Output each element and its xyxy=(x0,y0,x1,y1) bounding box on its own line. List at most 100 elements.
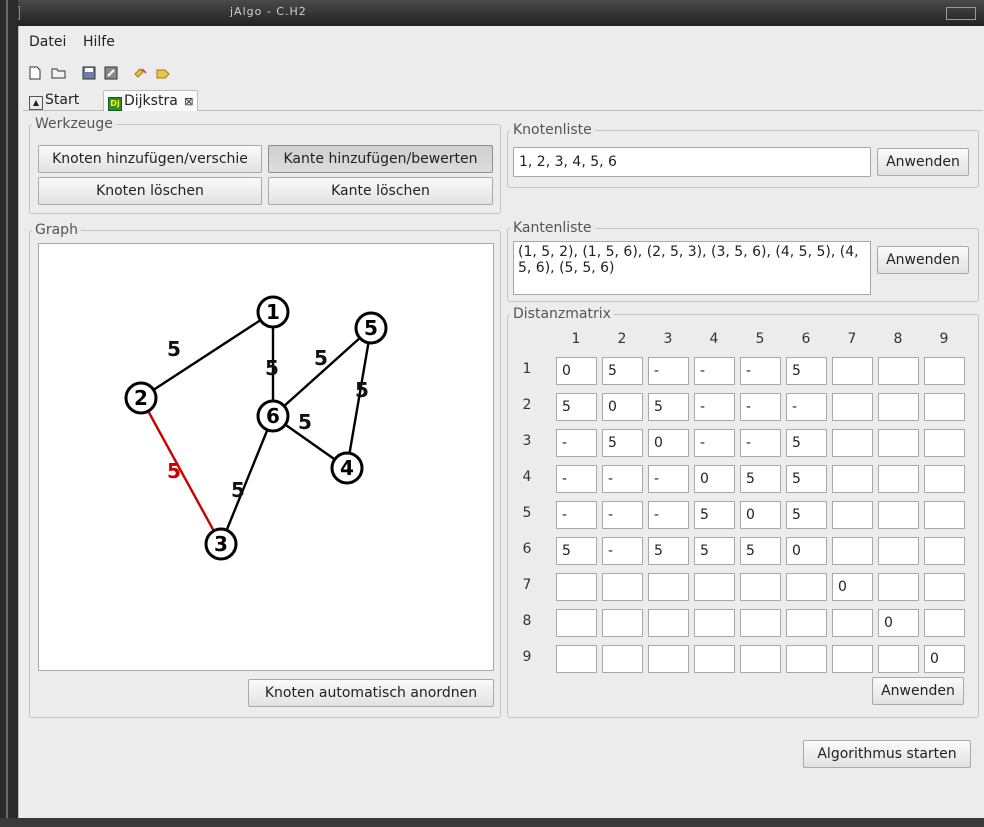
matrix-cell[interactable]: - xyxy=(694,393,735,421)
matrix-cell[interactable]: - xyxy=(740,429,781,457)
plugin-remove-icon[interactable] xyxy=(155,66,171,80)
matrix-cell[interactable] xyxy=(786,609,827,637)
matrix-cell[interactable]: - xyxy=(694,357,735,385)
matrix-cell[interactable]: 5 xyxy=(694,501,735,529)
edge-5-6[interactable] xyxy=(272,327,372,417)
matrix-cell[interactable] xyxy=(924,501,965,529)
matrix-cell[interactable] xyxy=(694,573,735,601)
matrix-cell[interactable] xyxy=(786,645,827,673)
matrix-cell[interactable] xyxy=(924,609,965,637)
graph-drawing[interactable]: 5555555123456 xyxy=(39,244,493,670)
matrix-cell[interactable]: 5 xyxy=(740,465,781,493)
edge-weight-4-6[interactable]: 5 xyxy=(298,410,312,434)
matrix-cell[interactable] xyxy=(924,537,965,565)
matrix-cell[interactable] xyxy=(832,609,873,637)
matrix-cell[interactable] xyxy=(878,501,919,529)
edge-weight-3-6[interactable]: 5 xyxy=(231,478,245,502)
matrix-cell[interactable] xyxy=(832,501,873,529)
edge-weight-1-2[interactable]: 5 xyxy=(167,337,181,361)
matrix-cell[interactable]: - xyxy=(602,537,643,565)
matrix-cell[interactable]: - xyxy=(694,429,735,457)
matrix-cell[interactable]: 0 xyxy=(602,393,643,421)
matrix-cell[interactable]: 5 xyxy=(786,357,827,385)
matrix-cell[interactable] xyxy=(740,573,781,601)
matrix-cell[interactable] xyxy=(878,393,919,421)
matrix-cell[interactable]: 0 xyxy=(648,429,689,457)
matrix-cell[interactable]: 5 xyxy=(556,393,597,421)
matrix-cell[interactable]: - xyxy=(648,357,689,385)
matrix-cell[interactable] xyxy=(740,645,781,673)
matrix-cell[interactable] xyxy=(924,357,965,385)
matrix-cell[interactable]: 5 xyxy=(648,393,689,421)
matrix-cell[interactable]: - xyxy=(740,357,781,385)
nodelist-apply-button[interactable]: Anwenden xyxy=(877,148,969,176)
matrix-cell[interactable] xyxy=(924,429,965,457)
matrix-cell[interactable] xyxy=(602,573,643,601)
matrix-cell[interactable]: - xyxy=(648,501,689,529)
menu-hilfe[interactable]: Hilfe xyxy=(83,34,115,50)
matrix-cell[interactable]: 5 xyxy=(602,357,643,385)
edge-weight-4-5[interactable]: 5 xyxy=(355,378,369,402)
graph-node-4[interactable]: 4 xyxy=(330,451,364,485)
matrix-cell[interactable]: 5 xyxy=(740,537,781,565)
add-rate-edge-button[interactable]: Kante hinzufügen/bewerten xyxy=(268,145,493,173)
matrix-cell[interactable]: - xyxy=(602,501,643,529)
matrix-cell[interactable]: 0 xyxy=(878,609,919,637)
delete-node-button[interactable]: Knoten löschen xyxy=(38,177,262,205)
matrix-cell[interactable] xyxy=(924,573,965,601)
graph-node-2[interactable]: 2 xyxy=(124,381,158,415)
matrix-cell[interactable]: 5 xyxy=(602,429,643,457)
matrix-cell[interactable] xyxy=(648,573,689,601)
edgelist-apply-button[interactable]: Anwenden xyxy=(877,246,969,274)
matrix-cell[interactable] xyxy=(602,645,643,673)
matrix-apply-button[interactable]: Anwenden xyxy=(872,677,964,705)
new-file-icon[interactable] xyxy=(27,66,43,80)
matrix-cell[interactable] xyxy=(924,393,965,421)
matrix-cell[interactable] xyxy=(878,357,919,385)
matrix-cell[interactable] xyxy=(694,609,735,637)
matrix-cell[interactable]: - xyxy=(648,465,689,493)
menu-datei[interactable]: Datei xyxy=(29,34,66,50)
matrix-cell[interactable] xyxy=(878,573,919,601)
matrix-cell[interactable]: - xyxy=(740,393,781,421)
matrix-cell[interactable]: 0 xyxy=(924,645,965,673)
matrix-cell[interactable]: 0 xyxy=(786,537,827,565)
edge-weight-1-6[interactable]: 5 xyxy=(265,356,279,380)
matrix-cell[interactable]: 0 xyxy=(832,573,873,601)
matrix-cell[interactable]: 0 xyxy=(556,357,597,385)
matrix-cell[interactable] xyxy=(878,537,919,565)
window-controls-icon[interactable] xyxy=(946,7,976,20)
delete-edge-button[interactable]: Kante löschen xyxy=(268,177,493,205)
edge-weight-2-3[interactable]: 5 xyxy=(167,459,181,483)
nodelist-input[interactable]: 1, 2, 3, 4, 5, 6 xyxy=(513,147,871,177)
edge-1-2[interactable] xyxy=(140,310,274,400)
matrix-cell[interactable] xyxy=(648,609,689,637)
tab-start[interactable]: ▲ Start xyxy=(25,90,83,110)
matrix-cell[interactable]: 0 xyxy=(694,465,735,493)
matrix-cell[interactable]: - xyxy=(786,393,827,421)
matrix-cell[interactable] xyxy=(694,645,735,673)
matrix-cell[interactable] xyxy=(832,393,873,421)
matrix-cell[interactable] xyxy=(556,573,597,601)
tab-dijkstra[interactable]: Dj Dijkstra ⊠ xyxy=(103,90,199,111)
graph-node-6[interactable]: 6 xyxy=(256,399,290,433)
matrix-cell[interactable] xyxy=(878,465,919,493)
auto-arrange-nodes-button[interactable]: Knoten automatisch anordnen xyxy=(248,679,494,707)
matrix-cell[interactable]: - xyxy=(556,465,597,493)
matrix-cell[interactable] xyxy=(878,429,919,457)
matrix-cell[interactable] xyxy=(832,357,873,385)
matrix-cell[interactable] xyxy=(832,465,873,493)
matrix-cell[interactable] xyxy=(832,537,873,565)
matrix-cell[interactable] xyxy=(924,465,965,493)
save-as-icon[interactable] xyxy=(103,66,119,80)
save-icon[interactable] xyxy=(81,66,97,80)
matrix-cell[interactable]: 5 xyxy=(648,537,689,565)
edgelist-input[interactable]: (1, 5, 2), (1, 5, 6), (2, 5, 3), (3, 5, … xyxy=(513,241,871,295)
matrix-cell[interactable]: 5 xyxy=(556,537,597,565)
open-folder-icon[interactable] xyxy=(51,66,67,80)
start-algorithm-button[interactable]: Algorithmus starten xyxy=(803,740,971,768)
graph-node-5[interactable]: 5 xyxy=(354,311,388,345)
matrix-cell[interactable]: 5 xyxy=(694,537,735,565)
tab-close-icon[interactable]: ⊠ xyxy=(184,95,193,108)
matrix-cell[interactable] xyxy=(878,645,919,673)
